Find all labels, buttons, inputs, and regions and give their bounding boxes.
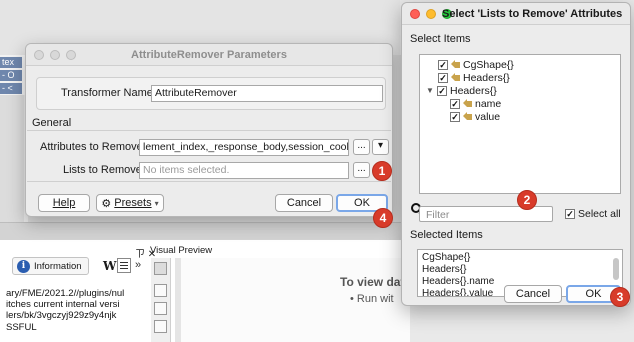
tree-item-checkbox[interactable]: ✓ bbox=[438, 72, 448, 83]
attributes-to-remove-label: Attributes to Remove: bbox=[40, 141, 146, 153]
list-item[interactable]: Headers{} bbox=[422, 264, 466, 275]
workbench-side-area bbox=[0, 95, 24, 222]
information-filter-button[interactable]: i Information bbox=[12, 257, 89, 275]
step-badge-3: 3 bbox=[610, 287, 630, 307]
transformer-name-group: Transformer Name: AttributeRemover bbox=[36, 77, 386, 110]
tree-item-label: value bbox=[475, 110, 501, 123]
chevron-down-icon: ▾ bbox=[154, 198, 159, 208]
filter-placeholder: Filter bbox=[426, 209, 450, 221]
select-all-checkbox[interactable]: ✓ bbox=[565, 209, 575, 219]
visual-preview-toolbar bbox=[151, 258, 171, 342]
select-all-toggle[interactable]: ✓ Select all bbox=[565, 208, 621, 220]
transformer-name-input[interactable]: AttributeRemover bbox=[151, 85, 383, 102]
toolbar-overflow-icon[interactable]: » bbox=[135, 259, 141, 271]
help-button[interactable]: Help bbox=[38, 194, 90, 212]
lists-ellipsis-button[interactable]: ... bbox=[353, 162, 370, 178]
step-badge-2: 2 bbox=[517, 190, 537, 210]
log-line: itches current internal versi bbox=[6, 299, 120, 311]
tree-item[interactable]: ✓ value bbox=[450, 110, 500, 123]
list-item[interactable]: Headers{}.name bbox=[422, 276, 494, 287]
select-items-label: Select Items bbox=[410, 33, 471, 45]
help-label: Help bbox=[52, 197, 76, 209]
canvas-node-strip: tex - O - < bbox=[0, 55, 28, 95]
selected-items-label: Selected Items bbox=[410, 229, 483, 241]
cancel-button[interactable]: Cancel bbox=[504, 285, 562, 303]
preview-pan-icon[interactable] bbox=[154, 262, 167, 275]
tree-item[interactable]: ✓ CgShape{} bbox=[438, 58, 514, 71]
tree-item-checkbox[interactable]: ✓ bbox=[450, 111, 460, 122]
canvas-node-chip[interactable]: - O bbox=[0, 70, 22, 81]
attribute-icon bbox=[463, 99, 472, 108]
gear-icon: ⚙ bbox=[101, 197, 112, 210]
filter-input[interactable]: Filter bbox=[419, 206, 553, 222]
presets-button[interactable]: ⚙ Presets ▾ bbox=[96, 194, 164, 212]
step-badge-4: 4 bbox=[373, 208, 393, 228]
tree-item-checkbox[interactable]: ✓ bbox=[450, 98, 460, 109]
general-section-label: General bbox=[32, 117, 72, 129]
information-label: Information bbox=[34, 260, 82, 272]
preview-layer-icon[interactable] bbox=[154, 284, 167, 297]
select-lists-dialog: Select 'Lists to Remove' Attributes Sele… bbox=[401, 2, 631, 306]
minimize-window-button[interactable] bbox=[426, 9, 436, 19]
close-window-button[interactable] bbox=[410, 9, 420, 19]
dialog-title: AttributeRemover Parameters bbox=[131, 49, 287, 61]
preview-empty-heading: To view dat bbox=[340, 275, 405, 289]
warning-filter-icon[interactable]: W bbox=[103, 259, 116, 273]
presets-label: Presets bbox=[114, 197, 152, 209]
preview-image-icon[interactable] bbox=[154, 320, 167, 333]
attributes-dropdown-button[interactable]: ▾ bbox=[372, 139, 389, 155]
attributes-ellipsis-button[interactable]: ... bbox=[353, 139, 370, 155]
canvas-node-chip[interactable]: - < bbox=[0, 83, 22, 94]
expand-arrow-icon[interactable]: ▼ bbox=[426, 86, 434, 95]
dialog-titlebar: Select 'Lists to Remove' Attributes bbox=[402, 3, 630, 25]
attribute-icon bbox=[463, 112, 472, 121]
log-line: ary/FME/2021.2//plugins/nul bbox=[6, 288, 125, 299]
tree-item-label: CgShape{} bbox=[463, 58, 514, 71]
tree-item-label: Headers{} bbox=[450, 84, 497, 97]
visual-preview-label: Visual Preview bbox=[150, 245, 213, 256]
tree-item[interactable]: ▼ ✓ Headers{} bbox=[426, 84, 497, 97]
dialog-title: Select 'Lists to Remove' Attributes bbox=[442, 8, 623, 20]
preview-grid-icon[interactable] bbox=[154, 302, 167, 315]
tree-item-label: name bbox=[475, 97, 502, 110]
canvas-node-chip[interactable]: tex bbox=[0, 57, 22, 68]
tree-item[interactable]: ✓ name bbox=[450, 97, 501, 110]
attribute-remover-dialog: AttributeRemover Parameters Transformer … bbox=[25, 43, 393, 217]
list-view-icon[interactable] bbox=[117, 258, 131, 273]
lists-to-remove-input[interactable]: No items selected. bbox=[139, 162, 349, 179]
log-line: SSFUL bbox=[6, 321, 37, 333]
list-item[interactable]: Headers{}.value bbox=[422, 288, 493, 296]
attributes-to-remove-input[interactable]: lement_index,_response_body,session_cook… bbox=[139, 139, 349, 156]
tree-item-label: Headers{} bbox=[463, 71, 510, 84]
step-badge-1: 1 bbox=[372, 161, 392, 181]
tree-item-checkbox[interactable]: ✓ bbox=[437, 85, 447, 96]
tree-item-checkbox[interactable]: ✓ bbox=[438, 59, 448, 70]
attribute-icon bbox=[451, 73, 460, 82]
dialog-titlebar: AttributeRemover Parameters bbox=[26, 44, 392, 66]
log-text: ary/FME/2021.2//plugins/nul itches curre… bbox=[6, 288, 156, 333]
panel-splitter[interactable] bbox=[0, 222, 410, 240]
log-line: lers/bk/3vgczyj929z9y4njk bbox=[6, 310, 117, 322]
select-all-label: Select all bbox=[578, 208, 621, 220]
attribute-tree[interactable]: ✓ CgShape{} ✓ Headers{} ▼ ✓ Headers{} ✓ … bbox=[419, 54, 621, 194]
list-item[interactable]: CgShape{} bbox=[422, 252, 470, 263]
attribute-icon bbox=[451, 60, 460, 69]
info-icon: i bbox=[17, 259, 30, 273]
tree-item[interactable]: ✓ Headers{} bbox=[438, 71, 510, 84]
scrollbar-thumb[interactable] bbox=[613, 258, 619, 280]
lists-to-remove-label: Lists to Remove: bbox=[63, 164, 145, 176]
preview-empty-bullet: • Run wit bbox=[350, 293, 394, 305]
transformer-name-label: Transformer Name: bbox=[61, 87, 156, 99]
cancel-button[interactable]: Cancel bbox=[275, 194, 333, 212]
